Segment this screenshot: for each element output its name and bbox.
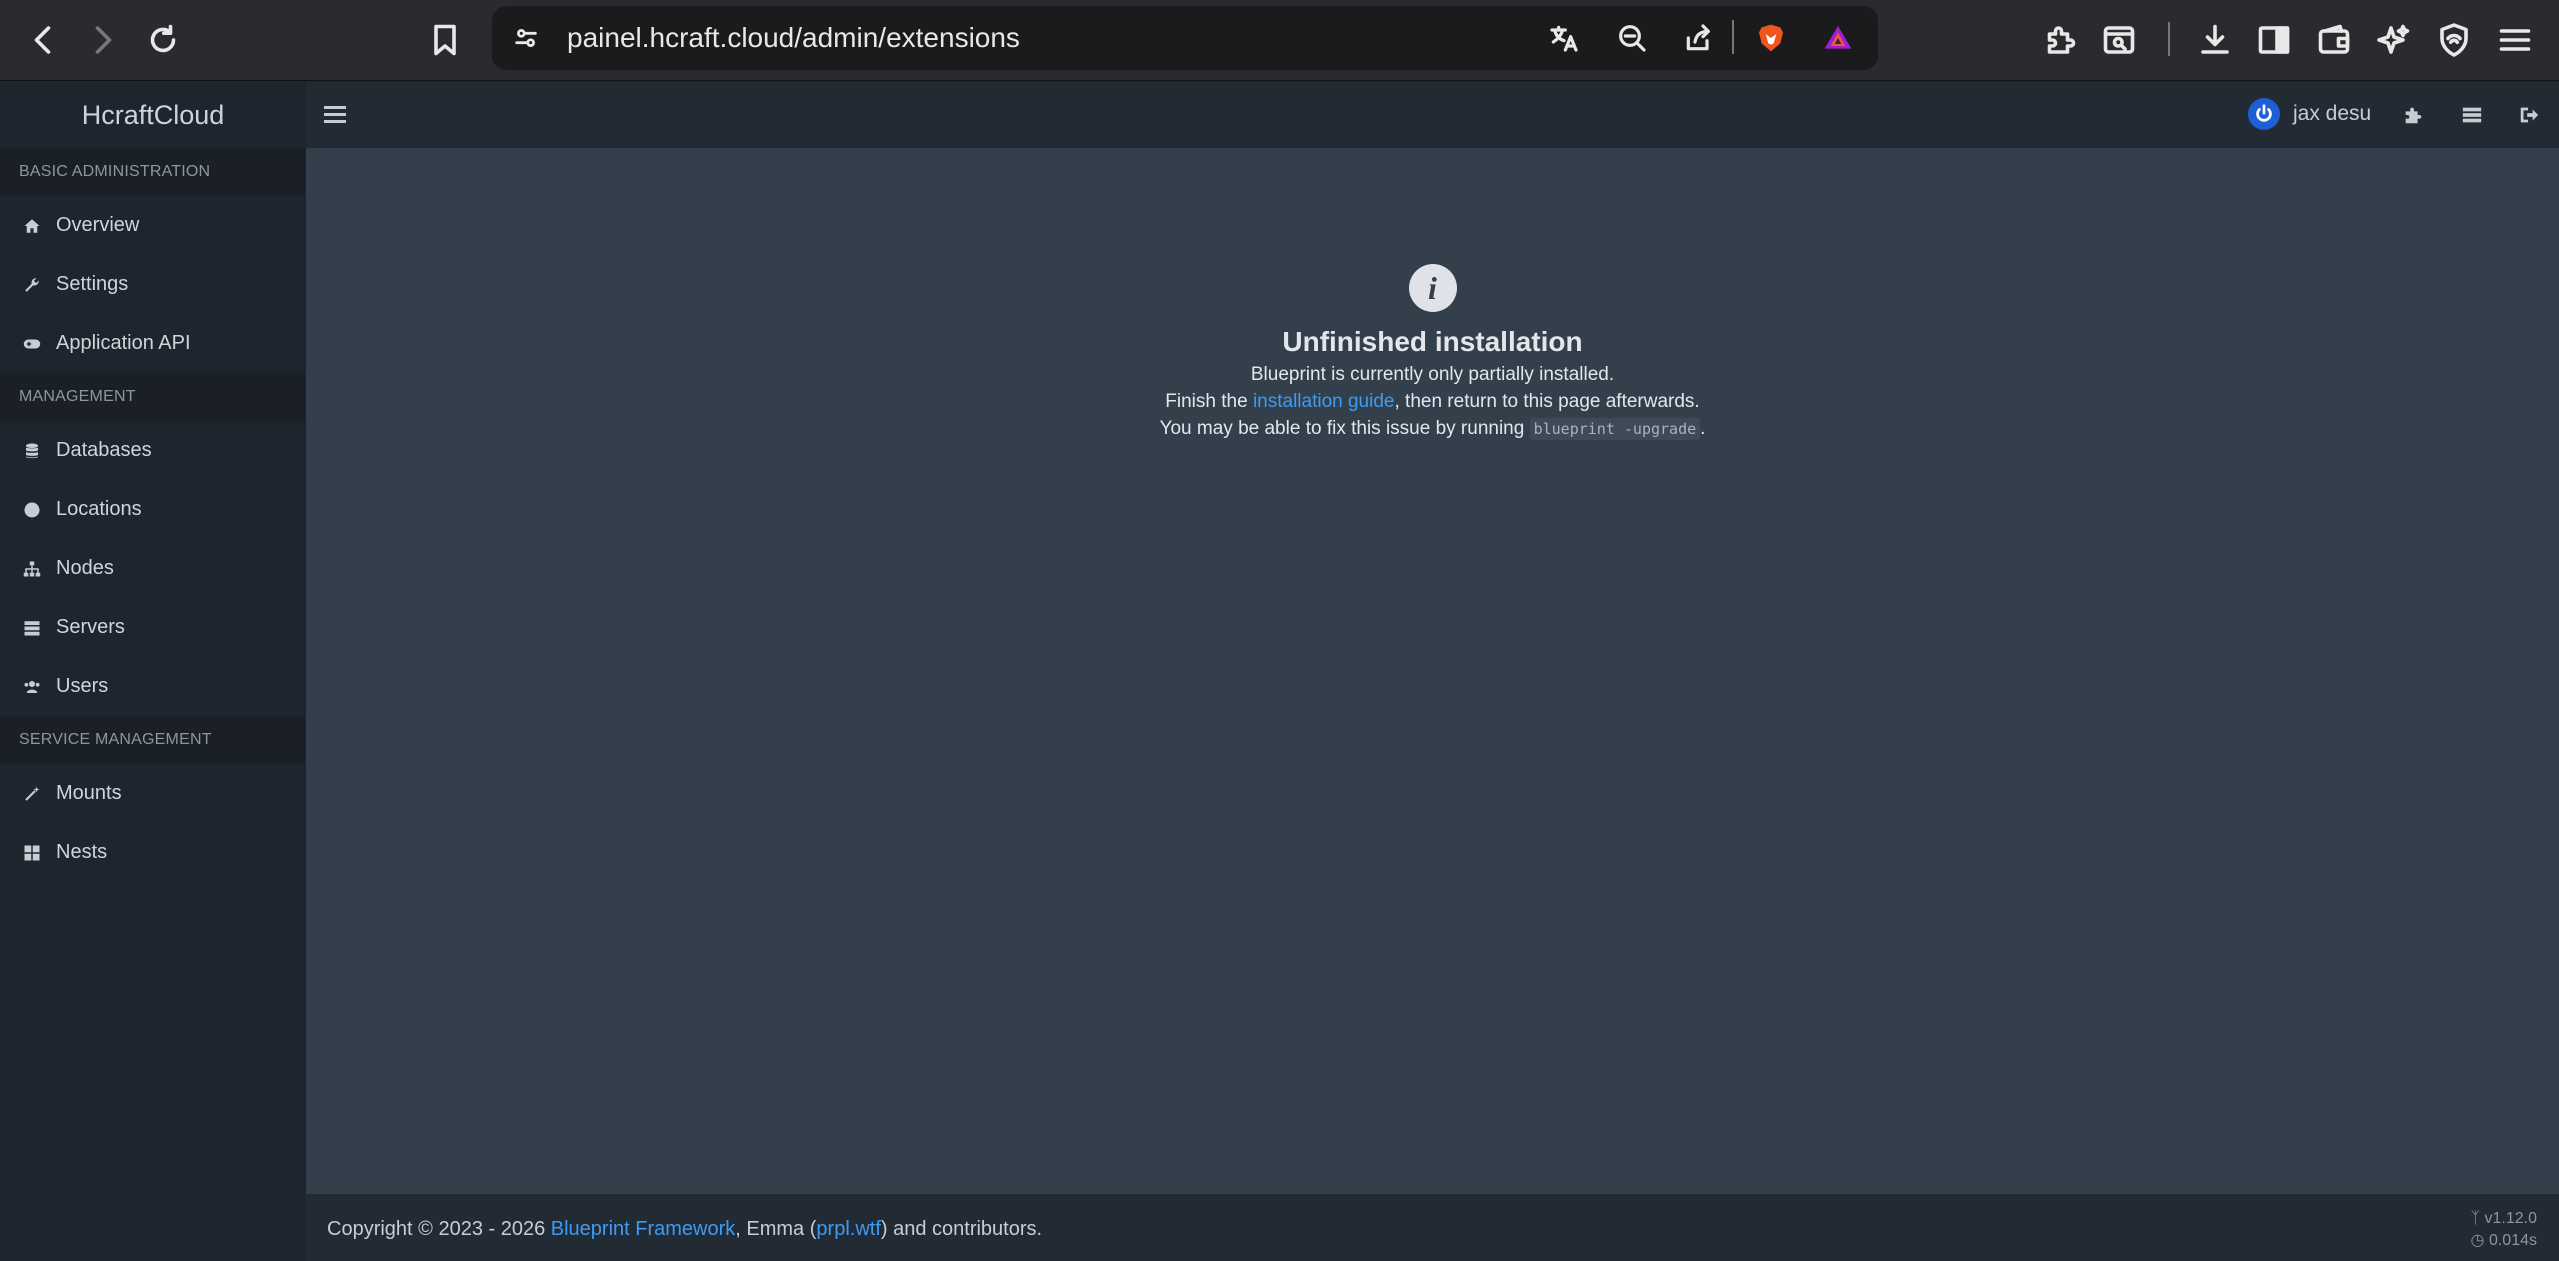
globe-icon: [22, 500, 42, 520]
brave-shields-icon[interactable]: [1749, 16, 1793, 60]
sidebar-item-application-api[interactable]: Application API: [0, 314, 306, 373]
prpl-wtf-link[interactable]: prpl.wtf: [816, 1218, 880, 1240]
sidebar-item-servers[interactable]: Servers: [0, 598, 306, 657]
hamburger-bar: [324, 120, 346, 123]
brand-logo[interactable]: HcraftCloud: [0, 82, 306, 148]
sidebar-item-databases[interactable]: Databases: [0, 421, 306, 480]
section-header-basic-administration: BASIC ADMINISTRATION: [0, 148, 306, 196]
sidebar-item-label: Nests: [56, 841, 108, 863]
database-icon: [22, 441, 42, 461]
users-icon: [22, 677, 42, 697]
sidebar-toggle-icon[interactable]: [2252, 18, 2296, 62]
server-icon[interactable]: [2461, 104, 2483, 126]
reload-icon[interactable]: [141, 18, 185, 62]
puzzle-icon[interactable]: [2402, 104, 2424, 126]
page-search-icon[interactable]: [2097, 18, 2141, 62]
username[interactable]: jax desu: [2293, 102, 2371, 126]
main-content: i Unfinished installation Blueprint is c…: [306, 148, 2559, 1194]
extensions-icon[interactable]: [2038, 18, 2082, 62]
sidebar-toggle-button[interactable]: [324, 102, 346, 128]
footer-text: ) and contributors.: [880, 1218, 1043, 1240]
sign-out-icon[interactable]: [2518, 104, 2540, 126]
section-header-management: MANAGEMENT: [0, 373, 306, 421]
th-large-icon: [22, 843, 42, 863]
footer-text: Copyright © 2023 - 2026: [327, 1218, 551, 1240]
sidebar-item-label: Mounts: [56, 782, 122, 804]
avatar[interactable]: [2248, 98, 2280, 130]
render-time: 0.014s: [2488, 1232, 2537, 1249]
share-icon[interactable]: [1677, 16, 1721, 60]
gamepad-icon: [22, 334, 42, 354]
sidebar-item-label: Locations: [56, 498, 142, 520]
blueprint-framework-link[interactable]: Blueprint Framework: [551, 1218, 736, 1240]
url-text[interactable]: painel.hcraft.cloud/admin/extensions: [567, 22, 1020, 54]
copyright-text: Copyright © 2023 - 2026 Blueprint Framew…: [327, 1218, 1042, 1241]
app-header: HcraftCloud jax desu: [0, 82, 2559, 148]
notice-line-3: You may be able to fix this issue by run…: [306, 418, 2559, 440]
home-icon: [22, 216, 42, 236]
version-row: ᛉ v1.12.0: [2470, 1208, 2537, 1230]
installation-guide-link[interactable]: installation guide: [1253, 391, 1395, 412]
sidebar-item-label: Nodes: [56, 557, 114, 579]
address-bar[interactable]: painel.hcraft.cloud/admin/extensions: [492, 6, 1878, 70]
wrench-icon: [22, 275, 42, 295]
bookmark-icon[interactable]: [423, 18, 467, 62]
notice-text: You may be able to fix this issue by run…: [1159, 418, 1530, 439]
sidebar-item-users[interactable]: Users: [0, 657, 306, 716]
back-icon[interactable]: [22, 18, 66, 62]
site-settings-icon[interactable]: [504, 16, 548, 60]
clock-icon: ◷: [2470, 1232, 2485, 1249]
sidebar-item-label: Settings: [56, 273, 129, 295]
sidebar-item-label: Users: [56, 675, 109, 697]
sidebar-item-overview[interactable]: Overview: [0, 196, 306, 255]
brave-rewards-icon[interactable]: [1816, 16, 1860, 60]
magic-icon: [22, 784, 42, 804]
version-number: v1.12.0: [2484, 1210, 2537, 1227]
info-icon: i: [1408, 264, 1457, 312]
sitemap-icon: [22, 559, 42, 579]
sidebar-item-nodes[interactable]: Nodes: [0, 539, 306, 598]
notice-line-1: Blueprint is currently only partially in…: [1250, 364, 1615, 385]
sidebar-item-nests[interactable]: Nests: [0, 823, 306, 882]
sidebar-item-label: Servers: [56, 616, 125, 638]
unfinished-installation-notice: i Unfinished installation Blueprint is c…: [306, 264, 2559, 440]
wallet-icon[interactable]: [2312, 18, 2356, 62]
sidebar-item-label: Overview: [56, 214, 140, 236]
server-icon: [22, 618, 42, 638]
notice-text: , then return to this page afterwards.: [1394, 391, 1700, 412]
notice-text: Finish the: [1165, 391, 1253, 412]
zoom-out-icon[interactable]: [1610, 16, 1654, 60]
section-header-service-management: SERVICE MANAGEMENT: [0, 716, 306, 764]
browser-toolbar: painel.hcraft.cloud/admin/extensions: [0, 0, 2559, 81]
sidebar-item-settings[interactable]: Settings: [0, 255, 306, 314]
sidebar-item-mounts[interactable]: Mounts: [0, 764, 306, 823]
user-menu[interactable]: jax desu: [2248, 98, 2371, 130]
divider: [1732, 20, 1734, 54]
sidebar-item-label: Application API: [56, 332, 191, 354]
leo-ai-icon[interactable]: [2372, 18, 2416, 62]
notice-line-2: Finish the installation guide, then retu…: [306, 391, 2559, 412]
time-row: ◷ 0.014s: [2470, 1230, 2537, 1252]
sidebar-item-locations[interactable]: Locations: [0, 480, 306, 539]
upgrade-command-code: blueprint -upgrade: [1529, 418, 1701, 440]
menu-icon[interactable]: [2493, 18, 2537, 62]
vpn-icon[interactable]: [2432, 18, 2476, 62]
hamburger-bar: [324, 106, 346, 109]
code-fork-icon: ᛉ: [2470, 1210, 2481, 1227]
translate-icon[interactable]: [1542, 16, 1586, 60]
footer-text: , Emma (: [735, 1218, 817, 1240]
notice-title: Unfinished installation: [1282, 326, 1583, 357]
downloads-icon[interactable]: [2193, 18, 2237, 62]
sidebar: BASIC ADMINISTRATION Overview Settings A…: [0, 148, 306, 1261]
version-info: ᛉ v1.12.0 ◷ 0.014s: [2470, 1208, 2537, 1252]
hamburger-bar: [324, 113, 346, 116]
footer: Copyright © 2023 - 2026 Blueprint Framew…: [306, 1194, 2559, 1261]
forward-icon[interactable]: [80, 18, 124, 62]
divider: [2168, 22, 2170, 56]
notice-text: .: [1700, 418, 1706, 439]
sidebar-item-label: Databases: [56, 439, 152, 461]
